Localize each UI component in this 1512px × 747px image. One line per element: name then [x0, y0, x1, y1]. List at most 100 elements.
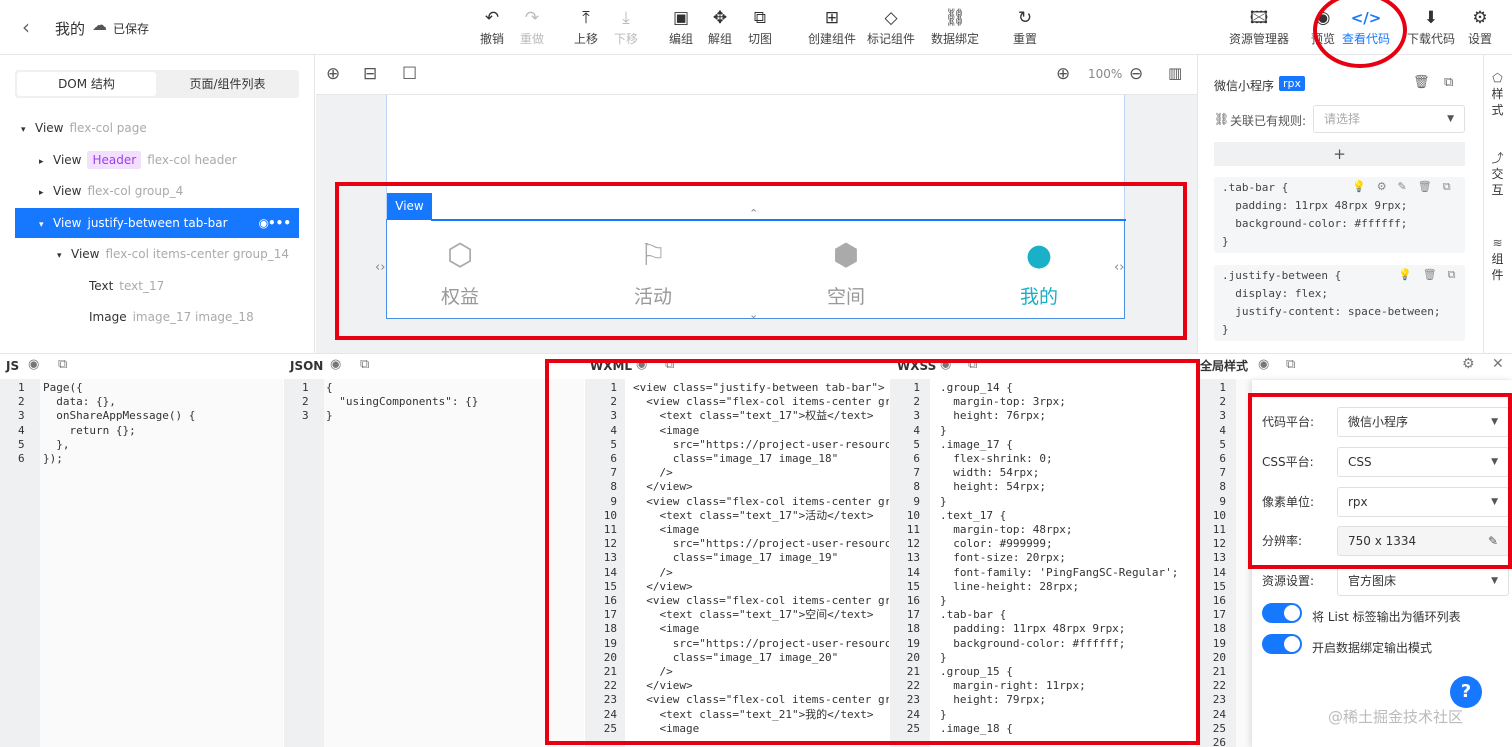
layout-icon[interactable]: ⊟	[363, 64, 377, 84]
setting-select[interactable]: CSS ▼	[1337, 447, 1509, 477]
toolbar-icon: ◇	[884, 8, 898, 28]
tree-node[interactable]: Image image_17 image_18	[15, 302, 299, 332]
wxss-editor[interactable]: 1 2 3 4 5 6 7 8 9 10 11 12 13 14 15 16 1…	[890, 379, 1195, 747]
setting-select[interactable]: 微信小程序 ▼	[1337, 407, 1509, 437]
toolbar-button-10[interactable]: ↻ 重置	[995, 6, 1055, 47]
wxml-code[interactable]: <view class="justify-between tab-bar"> <…	[633, 381, 889, 736]
more-icon[interactable]: •••	[268, 208, 291, 238]
copy-icon[interactable]: ⧉	[968, 357, 977, 372]
resize-left-icon[interactable]: ‹›	[375, 260, 385, 275]
json-editor[interactable]: 1 2 3 { "usingComponents": {} }	[284, 379, 584, 747]
eye-icon[interactable]: ◉	[330, 357, 341, 372]
tab-label-2[interactable]: 空间	[806, 282, 886, 309]
copy-icon[interactable]: ⧉	[665, 357, 674, 372]
copy-icon[interactable]: ⧉	[1444, 75, 1453, 90]
setting-label: 分辨率:	[1262, 534, 1303, 548]
js-editor[interactable]: 1 2 3 4 5 6 Page({ data: {}, onShareAppM…	[0, 379, 283, 747]
resize-bottom-icon[interactable]: ⌄	[749, 308, 758, 321]
global-style-title: 全局样式	[1200, 359, 1249, 373]
toolbar-button-8[interactable]: ◇ 标记组件	[861, 6, 921, 47]
gear-icon[interactable]: ⚙	[1462, 356, 1475, 372]
right-toolbar-button-3[interactable]: ⬇ 下载代码	[1402, 6, 1460, 47]
right-toolbar-button-0[interactable]: 🖾 资源管理器	[1224, 6, 1294, 47]
toolbar-button-3[interactable]: ⤓ 下移	[601, 6, 651, 47]
toolbar-button-9[interactable]: ⛓ 数据绑定	[925, 6, 985, 47]
tree-node-class: image_17 image_18	[132, 310, 254, 324]
zoom-in-icon[interactable]: ⊕	[1056, 64, 1070, 84]
back-icon[interactable]: ‹	[22, 15, 30, 39]
setting-select[interactable]: 官方图床 ▼	[1337, 566, 1509, 596]
tab-label-1[interactable]: 活动	[613, 282, 693, 309]
list-loop-toggle[interactable]	[1262, 603, 1302, 623]
tree-node-tag: Header	[87, 150, 142, 169]
design-canvas: ⊕ ⊟ ☐ ⊕ 100% ⊖ ▥ View ‹› ‹› ⌃ ⌄ ⬡ 权益 ⚐ 活动 ⬢ 空…	[316, 55, 1197, 353]
tree-node-class: flex-col header	[147, 152, 237, 167]
resize-top-icon[interactable]: ⌃	[749, 207, 758, 220]
setting-select[interactable]: rpx ▼	[1337, 487, 1509, 517]
resize-right-icon[interactable]: ‹›	[1114, 260, 1124, 275]
setting-select[interactable]: 750 x 1334 ✎	[1337, 526, 1509, 556]
toolbar-button-6[interactable]: ⧉ 切图	[735, 6, 785, 47]
tab-icon-2: ⬢	[832, 238, 860, 273]
rule-actions-2[interactable]: 💡🗑⧉	[1398, 268, 1467, 282]
tree-node-type: Text	[89, 278, 114, 293]
wxss-code[interactable]: .group_14 { margin-top: 3rpx; height: 76…	[940, 381, 1194, 736]
setting-label: CSS平台:	[1262, 455, 1314, 469]
eye-icon[interactable]: ◉	[940, 357, 951, 372]
page-preview	[386, 95, 1125, 219]
tree-arrow-icon[interactable]: ▸	[39, 147, 53, 177]
tree-node[interactable]: ▸ View Header flex-col header	[15, 145, 299, 175]
vtab-component[interactable]: ≋ 组件	[1483, 235, 1512, 283]
close-icon[interactable]: ✕	[1492, 356, 1504, 372]
fit-icon[interactable]: ⊕	[326, 64, 340, 84]
tree-arrow-icon[interactable]: ▸	[39, 178, 53, 208]
canvas-toolbar: ⊕ ⊟ ☐ ⊕ 100% ⊖ ▥	[316, 55, 1197, 95]
tree-arrow-icon[interactable]: ▾	[21, 115, 35, 145]
tree-arrow-icon[interactable]: ▾	[57, 241, 71, 271]
code-settings-panel: 代码平台: 微信小程序 ▼ CSS平台: CSS ▼ 像素单位: rpx ▼ 分辨率: 750 x …	[1252, 380, 1512, 747]
frame-icon[interactable]: ☐	[402, 64, 417, 84]
ruler-icon[interactable]: ▥	[1168, 64, 1182, 82]
tree-node-class: flex-col group_4	[87, 184, 184, 198]
vtab-style[interactable]: ⬠ 样式	[1483, 70, 1512, 118]
tree-node[interactable]: Text text_17	[15, 271, 299, 301]
tree-arrow-icon[interactable]: ▾	[39, 210, 53, 240]
gutter	[284, 379, 324, 747]
edit-icon: ✎	[1487, 534, 1498, 548]
toolbar-label: 资源管理器	[1228, 32, 1289, 46]
eye-icon[interactable]: ◉	[1258, 357, 1269, 372]
rule-actions[interactable]: 💡⚙✎🗑⧉	[1352, 180, 1462, 194]
eye-icon[interactable]: ◉	[636, 357, 647, 372]
tab-bar-preview[interactable]: View ‹› ‹› ⌃ ⌄ ⬡ 权益 ⚐ 活动 ⬢ 空间 ● 我的	[375, 193, 1126, 321]
toolbar-button-1[interactable]: ↷ 重做	[507, 6, 557, 47]
eye-icon[interactable]: ◉	[28, 357, 39, 372]
json-code[interactable]: { "usingComponents": {} }	[326, 381, 582, 424]
copy-icon[interactable]: ⧉	[360, 357, 369, 372]
tab-label-3[interactable]: 我的	[999, 282, 1079, 309]
help-button[interactable]: ?	[1450, 676, 1482, 708]
link-rule-select[interactable]: 请选择 ▼	[1313, 105, 1465, 133]
dom-panel: DOM 结构 页面/组件列表 ▾ View flex-col page ▸ View He…	[0, 55, 315, 353]
add-rule-button[interactable]: +	[1214, 142, 1465, 166]
setting-row: CSS平台: CSS ▼	[1262, 447, 1512, 477]
tab-label-0[interactable]: 权益	[420, 282, 500, 309]
copy-icon[interactable]: ⧉	[1286, 357, 1295, 372]
toolbar-button-7[interactable]: ⊞ 创建组件	[802, 6, 862, 47]
vtab-interaction[interactable]: ⤴ 交互	[1483, 150, 1512, 198]
chevron-down-icon: ▼	[1491, 457, 1498, 467]
tab-dom-structure[interactable]: DOM 结构	[17, 72, 156, 96]
tab-icon-3: ●	[1025, 238, 1053, 273]
data-binding-toggle[interactable]	[1262, 634, 1302, 654]
tree-node[interactable]: ▾ View flex-col page	[15, 113, 299, 143]
setting-value: 官方图床	[1348, 574, 1397, 588]
tab-page-list[interactable]: 页面/组件列表	[158, 72, 297, 96]
wxml-editor[interactable]: 1 2 3 4 5 6 7 8 9 10 11 12 13 14 15 16 1…	[585, 379, 890, 747]
tree-node[interactable]: ▾ View flex-col items-center group_14	[15, 239, 299, 269]
right-toolbar-button-4[interactable]: ⚙ 设置	[1460, 6, 1500, 47]
tree-node[interactable]: ▾ View justify-between tab-bar ◉ •••	[15, 207, 299, 240]
delete-icon[interactable]: 🗑	[1413, 75, 1430, 90]
copy-icon[interactable]: ⧉	[58, 357, 67, 372]
js-code[interactable]: Page({ data: {}, onShareAppMessage() { r…	[43, 381, 281, 466]
tree-node[interactable]: ▸ View flex-col group_4	[15, 176, 299, 206]
zoom-out-icon[interactable]: ⊖	[1129, 64, 1143, 84]
